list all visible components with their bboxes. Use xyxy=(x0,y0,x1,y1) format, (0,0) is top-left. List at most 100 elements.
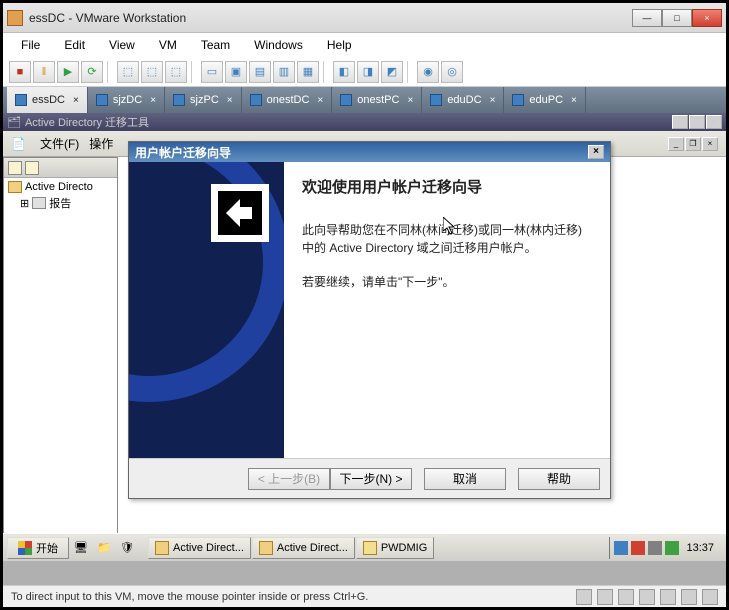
pause-button[interactable]: ‖ xyxy=(33,61,55,83)
menu-view[interactable]: View xyxy=(99,36,145,54)
view-button-3[interactable]: ▤ xyxy=(249,61,271,83)
tray-vmtools-icon[interactable] xyxy=(614,541,628,555)
manage-button[interactable]: ⬚ xyxy=(165,61,187,83)
mmc-menu-file[interactable]: 文件(F) xyxy=(40,135,79,152)
wizard-banner xyxy=(129,162,284,458)
tab-close-icon[interactable]: × xyxy=(317,95,323,106)
tab-close-icon[interactable]: × xyxy=(227,95,233,106)
mmc-restore-button[interactable]: ❐ xyxy=(689,115,705,129)
menu-file[interactable]: File xyxy=(11,36,50,54)
taskbar-item-label: Active Direct... xyxy=(277,542,348,554)
tab-close-icon[interactable]: × xyxy=(571,95,577,106)
window-title: essDC - VMware Workstation xyxy=(29,11,632,25)
misc-button-2[interactable]: ◨ xyxy=(357,61,379,83)
quicklaunch-explorer[interactable]: 📁 xyxy=(93,537,115,559)
tab-close-icon[interactable]: × xyxy=(407,95,413,106)
close-button[interactable]: × xyxy=(692,9,722,27)
view-button-4[interactable]: ▥ xyxy=(273,61,295,83)
maximize-button[interactable]: □ xyxy=(662,9,692,27)
play-button[interactable]: ▶ xyxy=(57,61,79,83)
menu-team[interactable]: Team xyxy=(191,36,240,54)
vm-icon xyxy=(250,94,262,106)
guest-screen[interactable]: 🗂 Active Directory 迁移工具 _ ❐ × 📄 文件(F) 操作… xyxy=(3,113,726,585)
wizard-titlebar[interactable]: 用户帐户迁移向导 × xyxy=(129,142,610,162)
vm-icon xyxy=(512,94,524,106)
vm-tab[interactable]: eduDC× xyxy=(422,87,504,113)
vmware-app-icon xyxy=(7,10,23,26)
status-cd-icon[interactable] xyxy=(597,589,613,605)
taskbar-item[interactable]: Active Direct... xyxy=(252,537,355,559)
menu-help[interactable]: Help xyxy=(317,36,362,54)
vm-tab[interactable]: onestPC × xyxy=(332,87,422,113)
revert-button[interactable]: ⬚ xyxy=(141,61,163,83)
tray-network-icon[interactable] xyxy=(665,541,679,555)
wizard-continue-hint: 若要继续，请单击"下一步"。 xyxy=(302,273,592,291)
wizard-help-button[interactable]: 帮助 xyxy=(518,468,600,490)
status-usb-icon[interactable] xyxy=(660,589,676,605)
vm-tab-label: eduPC xyxy=(529,94,563,106)
view-button-1[interactable]: ▭ xyxy=(201,61,223,83)
tree-toolbar xyxy=(4,158,117,178)
vm-tab[interactable]: eduPC × xyxy=(504,87,585,113)
vmware-menubar: File Edit View VM Team Windows Help xyxy=(3,33,726,57)
tree-root-item[interactable]: Active Directo xyxy=(6,180,115,194)
tree-nav-button[interactable] xyxy=(8,161,22,175)
vm-tab[interactable]: onestDC× xyxy=(242,87,333,113)
tray-volume-icon[interactable] xyxy=(648,541,662,555)
vm-tab[interactable]: essDC × xyxy=(7,87,88,113)
vm-tab[interactable]: sjzDC× xyxy=(88,87,165,113)
tray-security-icon[interactable] xyxy=(631,541,645,555)
quicklaunch-security[interactable]: 🛡 xyxy=(116,537,138,559)
minimize-button[interactable]: — xyxy=(632,9,662,27)
child-minimize-button[interactable]: _ xyxy=(668,137,684,151)
tree-nav-button[interactable] xyxy=(25,161,39,175)
menu-edit[interactable]: Edit xyxy=(54,36,95,54)
view-button-2[interactable]: ▣ xyxy=(225,61,247,83)
restart-button[interactable]: ⟳ xyxy=(81,61,103,83)
status-hdd-icon[interactable] xyxy=(576,589,592,605)
vm-tab[interactable]: sjzPC× xyxy=(165,87,242,113)
misc-button-3[interactable]: ◩ xyxy=(381,61,403,83)
child-close-button[interactable]: × xyxy=(702,137,718,151)
status-sound-icon[interactable] xyxy=(681,589,697,605)
status-floppy-icon[interactable] xyxy=(618,589,634,605)
wizard-cancel-button[interactable]: 取消 xyxy=(424,468,506,490)
child-restore-button[interactable]: ❐ xyxy=(685,137,701,151)
wizard-close-button[interactable]: × xyxy=(588,145,604,159)
vm-tab-label: onestPC xyxy=(357,94,399,106)
status-network-icon[interactable] xyxy=(639,589,655,605)
wizard-heading: 欢迎使用用户帐户迁移向导 xyxy=(302,176,592,197)
mmc-title: Active Directory 迁移工具 xyxy=(25,114,149,130)
misc-button-1[interactable]: ◧ xyxy=(333,61,355,83)
taskbar-item[interactable]: PWDMIG xyxy=(356,537,434,559)
tree-reports-item[interactable]: ⊞ 报告 xyxy=(6,194,115,212)
taskbar-clock[interactable]: 13:37 xyxy=(682,542,718,554)
vm-icon xyxy=(96,94,108,106)
tab-close-icon[interactable]: × xyxy=(150,95,156,106)
taskbar-item[interactable]: Active Direct... xyxy=(148,537,251,559)
tab-close-icon[interactable]: × xyxy=(490,95,496,106)
snapshot-button[interactable]: ⬚ xyxy=(117,61,139,83)
right-button-1[interactable]: ◉ xyxy=(417,61,439,83)
mmc-minimize-button[interactable]: _ xyxy=(672,115,688,129)
mmc-menu-action[interactable]: 操作 xyxy=(89,135,113,152)
wizard-next-button[interactable]: 下一步(N) > xyxy=(330,468,412,490)
menu-windows[interactable]: Windows xyxy=(244,36,313,54)
tree-panel: Active Directo ⊞ 报告 xyxy=(3,157,118,539)
menu-vm[interactable]: VM xyxy=(149,36,187,54)
status-display-icon[interactable] xyxy=(702,589,718,605)
wizard-title-text: 用户帐户迁移向导 xyxy=(135,144,231,161)
wizard-description: 此向导帮助您在不同林(林间迁移)或同一林(林内迁移)中的 Active Dire… xyxy=(302,221,592,257)
vm-icon xyxy=(340,94,352,106)
quicklaunch-desktop[interactable]: 🖥 xyxy=(70,537,92,559)
mmc-close-button[interactable]: × xyxy=(706,115,722,129)
guest-taskbar: 开始 🖥 📁 🛡 Active Direct... Active Direct.… xyxy=(3,533,726,561)
tab-close-icon[interactable]: × xyxy=(73,95,79,106)
folder-icon xyxy=(363,541,377,555)
stop-button[interactable]: ■ xyxy=(9,61,31,83)
wizard-back-button: < 上一步(B) xyxy=(248,468,330,490)
view-button-5[interactable]: ▦ xyxy=(297,61,319,83)
right-button-2[interactable]: ◎ xyxy=(441,61,463,83)
mmc-titlebar: 🗂 Active Directory 迁移工具 _ ❐ × xyxy=(3,113,726,131)
start-button[interactable]: 开始 xyxy=(7,537,69,559)
